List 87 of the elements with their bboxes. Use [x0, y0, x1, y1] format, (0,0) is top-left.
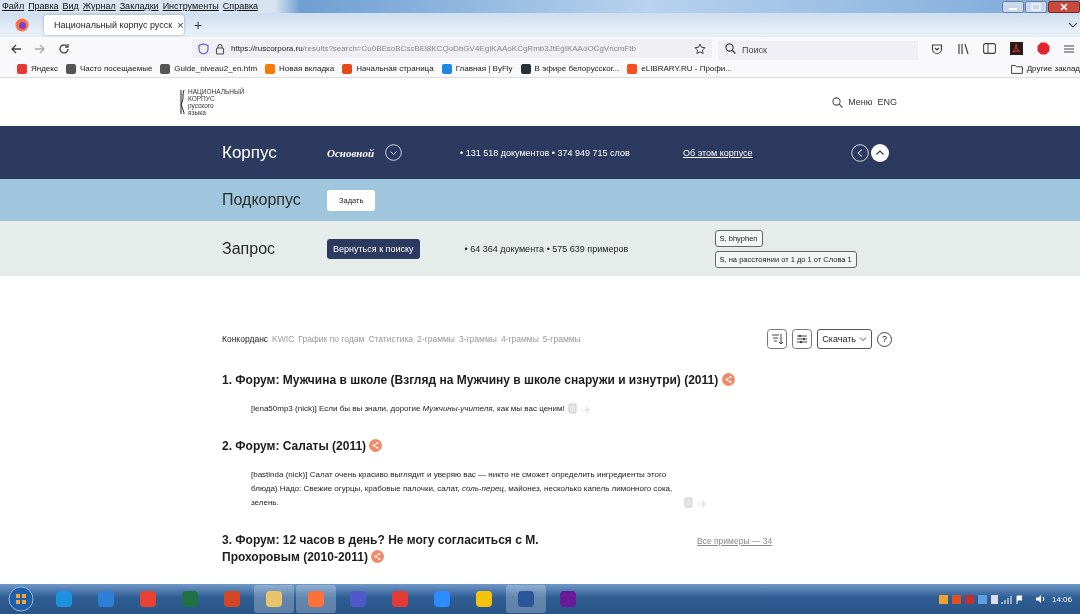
section-label: Запрос [222, 239, 277, 258]
app-icon[interactable] [97, 590, 115, 608]
bookmark[interactable]: Другие заклад [1010, 63, 1080, 74]
maximize-button[interactable] [1025, 0, 1047, 13]
result-title[interactable]: 3. Форум: 12 часов в день? Не могу согласиться с М. Прохоровым (2010-2011) [222, 532, 572, 566]
caret-icon [859, 336, 867, 342]
bookmark-icon [342, 63, 353, 74]
shield-icon [198, 42, 209, 55]
bookmark-icon [65, 63, 76, 74]
chevron-down-icon[interactable] [1068, 21, 1078, 29]
menu-link[interactable]: Меню [848, 97, 873, 107]
bookmark-icon [265, 63, 276, 74]
firefox-icon[interactable] [15, 18, 29, 32]
search-icon [725, 43, 736, 54]
logo-bracket-icon [178, 89, 186, 115]
url-text: https://ruscorpora.ru/results?search=Cu0BEsoBCscBEl8KCQoDbGV4EgIKAAoKCgRmb3JtEgIKAAoOCgVncmFtb [231, 44, 636, 53]
app-icon[interactable] [433, 590, 451, 608]
hamburger-menu-icon[interactable] [1064, 43, 1074, 54]
bookmark[interactable]: eLIBRARY.RU - Профи... [627, 63, 732, 74]
collapse-icon[interactable] [870, 143, 889, 162]
section-label: Корпус [222, 142, 278, 163]
bookmark[interactable]: Часто посещаемые [65, 63, 153, 74]
app-icon[interactable] [265, 590, 283, 608]
volume-icon[interactable] [1034, 594, 1046, 604]
lock-icon [215, 42, 225, 55]
start-button[interactable] [8, 586, 34, 612]
dropdown-icon[interactable] [385, 144, 403, 161]
view-tab[interactable]: Конкорданс [222, 334, 269, 344]
bookmark-icon [160, 63, 171, 74]
menu-item[interactable]: Инструменты [162, 1, 219, 12]
back-to-search-button[interactable]: Вернуться к поиску [327, 238, 420, 259]
bookmark[interactable]: Главная | ByFly [441, 63, 513, 74]
new-tab-button[interactable]: + [194, 17, 203, 33]
sort-button[interactable] [767, 329, 788, 349]
app-icon[interactable] [559, 590, 577, 608]
star-icon[interactable] [694, 42, 706, 55]
menu-item[interactable]: Вид [62, 1, 79, 12]
bookmark-icon [17, 63, 27, 74]
app-icon[interactable] [475, 590, 493, 608]
filter-settings-button[interactable] [792, 329, 813, 349]
share-icon[interactable] [850, 143, 869, 162]
example-text: [lena50mp3 (nick)] Если бы вы знали, дорогие Мужчины-учителя, как мы вас ценим! [251, 403, 565, 415]
menu-item[interactable]: Справка [222, 1, 259, 12]
bookmark-icon [627, 63, 638, 74]
menu-item[interactable]: Закладки [119, 1, 159, 12]
back-icon[interactable] [10, 42, 22, 55]
bookmark[interactable]: Начальная страница [342, 63, 434, 74]
app-icon[interactable] [139, 590, 157, 608]
close-button[interactable] [1048, 0, 1080, 13]
search-field[interactable]: Поиск [718, 40, 918, 60]
bookmark[interactable]: Guide_niveau2_en.htm [160, 63, 258, 74]
bookmark[interactable]: Новая вкладка [265, 63, 335, 74]
forward-icon [34, 42, 46, 55]
menu-item[interactable]: Правка [28, 1, 59, 12]
corpus-name[interactable]: Основной [327, 146, 375, 159]
result-title[interactable]: 1. Форум: Мужчина в школе (Взгляд на Мужчину в школе снаружи и изнутри) (2011) [222, 372, 762, 389]
clock: 14:06 [1051, 594, 1072, 604]
app-icon[interactable] [55, 590, 73, 608]
bookmark[interactable]: В эфире белорусског... [520, 63, 620, 74]
all-examples-link[interactable]: Все примеры — 34 [697, 536, 773, 546]
browser-tab[interactable]: Национальный корпус русск × [44, 15, 184, 35]
section-label: Подкорпус [222, 191, 302, 209]
address-bar[interactable]: https://ruscorpora.ru/results?search=Cu0BEsoBCscBEl8KCQoDbGV4EgIKAAoKCgRmb3JtEgIKAAoOCgVncmFtb [192, 39, 712, 58]
close-tab-button[interactable]: × [177, 19, 184, 31]
download-button[interactable]: Скачать [817, 329, 872, 349]
corpus-stats: • 131 518 документов • 374 949 715 слов [460, 147, 631, 158]
pdf-icon[interactable] [1010, 42, 1023, 55]
query-stats: • 64 364 документа • 575 639 примеров [464, 243, 630, 254]
bookmark[interactable]: Яндекс [17, 63, 58, 74]
language-link[interactable]: ENG [877, 97, 897, 107]
folder-icon [1010, 63, 1023, 74]
result-title[interactable]: 2. Форум: Салаты (2011) [222, 438, 762, 455]
library-icon[interactable] [957, 42, 969, 55]
sidebar-icon[interactable] [983, 43, 996, 54]
tab-title: Национальный корпус русск [54, 20, 173, 30]
bookmark-icon [520, 63, 531, 74]
app-icon[interactable] [517, 590, 535, 608]
about-corpus-link[interactable]: Об этом корпусе [683, 147, 753, 158]
menu-item[interactable]: Файл [2, 1, 25, 12]
minimize-button[interactable] [1002, 0, 1024, 13]
example-text: [bastinda (nick)] Салат очень красиво выглядит и уверяю вас — никто не сможет определить ингредиенты этого блюда) Надо: Свежие огурцы, крабовые палочки, салат, соль-перец, майонез, несколько капель лимонного сока, зелень. [251, 469, 674, 509]
adblock-icon[interactable] [1037, 42, 1050, 55]
reload-icon[interactable] [58, 42, 70, 55]
search-icon[interactable] [832, 96, 844, 108]
pocket-icon[interactable] [931, 42, 943, 55]
menu-item[interactable]: Журнал [82, 1, 116, 12]
bookmark-icon [441, 63, 452, 74]
